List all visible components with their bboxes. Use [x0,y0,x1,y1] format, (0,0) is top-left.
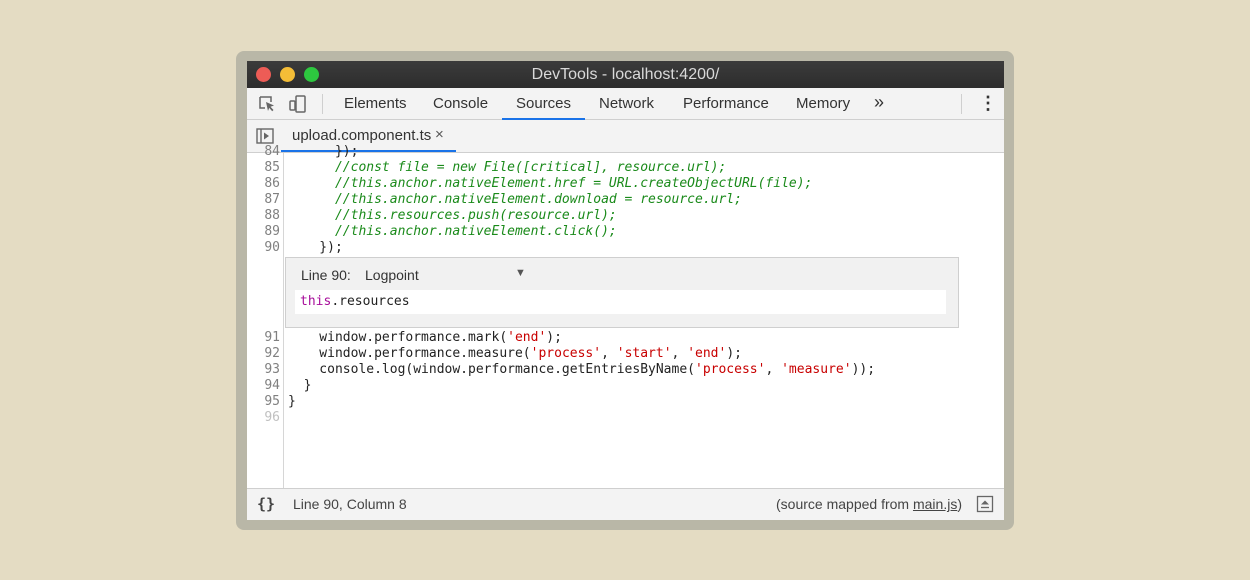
code-line: console.log(window.performance.getEntrie… [288,362,875,378]
inspect-element-icon[interactable] [257,94,277,114]
comment-token: //const file = new File([critical], reso… [288,160,727,175]
customize-menu-icon[interactable]: ⋮ [979,88,997,120]
code-token: } [288,394,296,409]
expression-keyword: this [300,294,332,309]
source-map-link[interactable]: main.js [913,496,957,512]
line-number[interactable]: 84 [247,144,280,160]
file-tab-label: upload.component.ts [292,127,432,144]
string-token: 'end' [507,330,547,345]
code-line: } [288,394,296,410]
line-number[interactable]: 91 [247,330,280,346]
toolbar-divider [322,94,323,114]
tab-performance[interactable]: Performance [683,88,769,120]
code-line: //const file = new File([critical], reso… [288,160,726,176]
title-bar: DevTools - localhost:4200/ [247,61,1004,88]
code-line: //this.resources.push(resource.url); [288,208,617,224]
line-number[interactable]: 95 [247,394,280,410]
cursor-position: Line 90, Column 8 [293,496,407,512]
pretty-print-button[interactable]: {} [257,495,275,513]
coverage-icon[interactable] [976,495,994,513]
editor-tab-bar: upload.component.ts × [247,120,1004,153]
code-line: //this.anchor.nativeElement.download = r… [288,192,742,208]
logpoint-line-label: Line 90: [301,267,351,283]
tab-elements[interactable]: Elements [344,88,407,120]
code-line: }); [288,240,343,256]
code-token: console.log(window.performance.getEntrie… [288,362,695,377]
logpoint-expression-input[interactable]: this.resources [295,290,946,314]
line-number[interactable]: 85 [247,160,280,176]
code-line: window.performance.mark('end'); [288,330,562,346]
comment-token: //this.anchor.nativeElement.href = URL.c… [288,176,813,191]
window-title: DevTools - localhost:4200/ [531,66,720,83]
comment-token: //this.anchor.nativeElement.click(); [288,224,617,239]
code-line: //this.anchor.nativeElement.href = URL.c… [288,176,812,192]
panel-tab-bar: Elements Console Sources Network Perform… [247,88,1004,120]
line-number[interactable]: 96 [247,410,280,426]
code-token: }); [288,240,343,255]
line-number[interactable]: 94 [247,378,280,394]
source-map-suffix: ) [957,496,962,512]
toggle-navigator-icon[interactable] [255,126,275,146]
code-token: , [765,362,782,377]
line-number[interactable]: 86 [247,176,280,192]
source-map-info: (source mapped from main.js) [776,496,962,512]
toolbar-divider [961,94,962,114]
code-line: //this.anchor.nativeElement.click(); [288,224,617,240]
code-line: }); [288,144,359,160]
device-toolbar-icon[interactable] [288,94,308,114]
code-token: }); [288,144,359,159]
code-line: window.performance.measure('process', 's… [288,346,742,362]
chevron-down-icon[interactable]: ▼ [515,267,526,279]
line-number[interactable]: 93 [247,362,280,378]
string-token: 'start' [616,346,672,361]
code-token: window.performance.measure( [288,346,531,361]
tab-network[interactable]: Network [599,88,654,120]
line-number[interactable]: 90 [247,240,280,256]
code-token: ); [726,346,742,361]
expression-text: .resources [331,294,410,309]
source-map-prefix: (source mapped from [776,496,913,512]
string-token: 'process' [530,346,602,361]
code-token: , [601,346,617,361]
more-tabs-icon[interactable]: » [874,88,884,120]
code-token: )); [851,362,876,377]
close-file-icon[interactable]: × [435,126,444,143]
string-token: 'end' [687,346,727,361]
status-bar: {} Line 90, Column 8 (source mapped from… [247,488,1004,520]
code-token: ); [546,330,562,345]
tab-memory[interactable]: Memory [796,88,850,120]
tab-console[interactable]: Console [433,88,488,120]
line-number[interactable]: 88 [247,208,280,224]
code-token: } [288,378,312,393]
line-number[interactable]: 92 [247,346,280,362]
string-token: 'measure' [781,362,852,377]
line-number[interactable]: 89 [247,224,280,240]
string-token: 'process' [695,362,766,377]
code-line: } [288,378,312,394]
code-token: window.performance.mark( [288,330,508,345]
devtools-window: DevTools - localhost:4200/ Elements Cons… [247,61,1004,520]
comment-token: //this.anchor.nativeElement.download = r… [288,192,742,207]
comment-token: //this.resources.push(resource.url); [288,208,617,223]
breakpoint-type-select[interactable]: Logpoint [365,267,419,283]
line-number[interactable]: 87 [247,192,280,208]
code-token: , [671,346,688,361]
logpoint-editor: Line 90: Logpoint ▼ this.resources [285,257,959,328]
code-editor[interactable]: 84 }); 85 //const file = new File([critic… [247,144,1004,488]
tab-sources[interactable]: Sources [502,88,586,120]
